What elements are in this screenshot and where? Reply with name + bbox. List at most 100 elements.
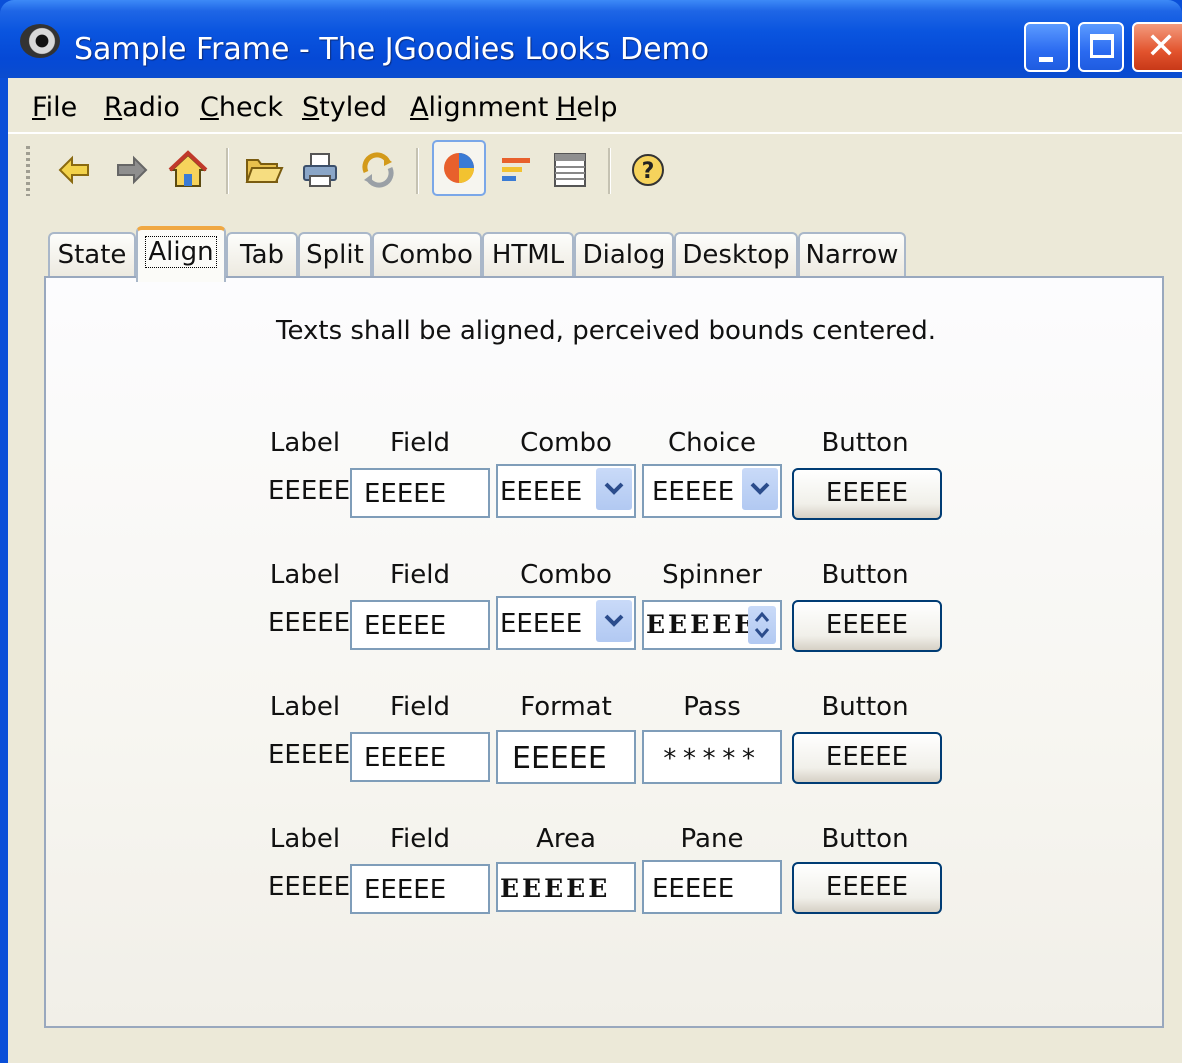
title-bar[interactable]: Sample Frame - The JGoodies Looks Demo ✕ bbox=[0, 0, 1182, 78]
refresh-icon[interactable] bbox=[358, 150, 398, 190]
menu-styled[interactable]: Styled bbox=[302, 92, 387, 123]
app-window: Sample Frame - The JGoodies Looks Demo ✕… bbox=[0, 0, 1182, 1063]
app-eye-icon[interactable] bbox=[20, 24, 60, 58]
window-title: Sample Frame - The JGoodies Looks Demo bbox=[74, 32, 710, 67]
menu-file[interactable]: File bbox=[32, 92, 77, 123]
client-area: File Radio Check Styled Alignment Help ?… bbox=[8, 78, 1182, 1063]
combo-arrow-button[interactable] bbox=[596, 600, 632, 642]
spinner-arrows[interactable] bbox=[748, 606, 776, 644]
menu-mnemonic: R bbox=[104, 92, 123, 123]
editor-pane[interactable]: EEEEE bbox=[642, 860, 782, 914]
tab-split[interactable]: Split bbox=[298, 232, 372, 278]
menu-label: lignment bbox=[428, 92, 549, 123]
tab-label: Align bbox=[145, 236, 217, 268]
sample-label: EEEEE bbox=[268, 740, 351, 770]
menu-bar: File Radio Check Styled Alignment Help bbox=[8, 78, 1182, 134]
combo-arrow-button[interactable] bbox=[596, 468, 632, 510]
column-header: Label bbox=[269, 560, 341, 590]
text-field-value: EEEEE bbox=[364, 743, 447, 773]
menu-mnemonic: F bbox=[32, 92, 46, 123]
choice-arrow-button[interactable] bbox=[742, 468, 778, 510]
chevron-down-icon bbox=[604, 614, 624, 627]
menu-mnemonic: S bbox=[302, 92, 320, 123]
sample-button[interactable]: EEEEE bbox=[792, 600, 942, 652]
column-header: Format bbox=[520, 692, 612, 722]
menu-label: heck bbox=[218, 92, 284, 123]
spinner[interactable]: EEEEE bbox=[642, 600, 782, 650]
column-header: Combo bbox=[520, 560, 612, 590]
combo-value: EEEEE bbox=[500, 477, 583, 507]
text-field[interactable]: EEEEE bbox=[350, 468, 490, 518]
panel-heading: Texts shall be aligned, perceived bounds… bbox=[275, 316, 937, 346]
sample-button[interactable]: EEEEE bbox=[792, 732, 942, 784]
pie-chart-icon bbox=[444, 153, 474, 183]
menu-help[interactable]: Help bbox=[556, 92, 618, 123]
home-icon[interactable] bbox=[168, 150, 208, 190]
column-header: Choice bbox=[667, 428, 757, 458]
svg-text:?: ? bbox=[642, 159, 655, 184]
column-header: Button bbox=[821, 824, 909, 854]
toolbar-grip[interactable] bbox=[26, 146, 30, 196]
tab-dialog[interactable]: Dialog bbox=[574, 232, 674, 278]
column-header: Label bbox=[269, 428, 341, 458]
chevron-down-icon bbox=[604, 482, 624, 495]
tab-label: Narrow bbox=[805, 240, 899, 270]
toolbar: ? bbox=[8, 136, 1182, 206]
text-area-value: EEEEE bbox=[500, 874, 611, 903]
choice-value: EEEEE bbox=[652, 477, 735, 507]
back-arrow-icon[interactable] bbox=[54, 150, 94, 190]
text-field[interactable]: EEEEE bbox=[350, 600, 490, 650]
column-header: Combo bbox=[520, 428, 612, 458]
formatted-field[interactable]: EEEEE bbox=[496, 730, 636, 784]
menu-check[interactable]: Check bbox=[200, 92, 283, 123]
tab-align[interactable]: Align bbox=[136, 226, 226, 282]
password-value: ***** bbox=[662, 744, 761, 774]
column-header: Field bbox=[389, 560, 450, 590]
tab-label: Combo bbox=[381, 240, 473, 270]
menu-label: ile bbox=[45, 92, 78, 123]
toolbar-separator bbox=[608, 148, 611, 194]
menu-alignment[interactable]: Alignment bbox=[410, 92, 548, 123]
column-header: Button bbox=[821, 428, 909, 458]
tab-label: HTML bbox=[491, 240, 565, 270]
choice-box[interactable]: EEEEE bbox=[642, 464, 782, 518]
tab-tab[interactable]: Tab bbox=[226, 232, 298, 278]
text-field[interactable]: EEEEE bbox=[350, 732, 490, 782]
tab-state[interactable]: State bbox=[48, 232, 136, 278]
sample-label: EEEEE bbox=[268, 608, 351, 638]
maximize-button[interactable] bbox=[1078, 22, 1124, 72]
minimize-button[interactable] bbox=[1024, 22, 1070, 72]
column-header: Pass bbox=[683, 692, 741, 722]
tab-combo[interactable]: Combo bbox=[372, 232, 482, 278]
help-icon[interactable]: ? bbox=[628, 150, 668, 190]
tab-html[interactable]: HTML bbox=[482, 232, 574, 278]
spinner-value: EEEEE bbox=[646, 610, 757, 639]
pie-chart-button[interactable] bbox=[432, 140, 486, 196]
sample-button[interactable]: EEEEE bbox=[792, 468, 942, 520]
text-field[interactable]: EEEEE bbox=[350, 864, 490, 914]
align-tab-panel: Texts shall be aligned, perceived bounds… bbox=[44, 276, 1164, 1028]
combo-box[interactable]: EEEEE bbox=[496, 596, 636, 650]
tab-label: State bbox=[57, 240, 127, 270]
combo-box[interactable]: EEEEE bbox=[496, 464, 636, 518]
menu-radio[interactable]: Radio bbox=[104, 92, 180, 123]
menu-mnemonic: C bbox=[200, 92, 219, 123]
maximize-icon bbox=[1090, 34, 1114, 58]
column-header: Field bbox=[389, 692, 450, 722]
tab-narrow[interactable]: Narrow bbox=[798, 232, 906, 278]
toolbar-separator bbox=[226, 148, 229, 194]
text-area[interactable]: EEEEE bbox=[496, 862, 636, 912]
spinner-up-down-icon bbox=[754, 611, 770, 639]
password-field[interactable]: ***** bbox=[642, 730, 782, 784]
table-icon[interactable] bbox=[550, 150, 590, 190]
column-header: Button bbox=[821, 560, 909, 590]
close-button[interactable]: ✕ bbox=[1132, 22, 1182, 72]
bar-chart-icon[interactable] bbox=[496, 150, 536, 190]
column-header: Label bbox=[269, 692, 341, 722]
sample-button[interactable]: EEEEE bbox=[792, 862, 942, 914]
column-header: Pane bbox=[680, 824, 744, 854]
tab-desktop[interactable]: Desktop bbox=[674, 232, 798, 278]
print-icon[interactable] bbox=[300, 150, 340, 190]
open-folder-icon[interactable] bbox=[244, 150, 284, 190]
forward-arrow-icon[interactable] bbox=[112, 150, 152, 190]
